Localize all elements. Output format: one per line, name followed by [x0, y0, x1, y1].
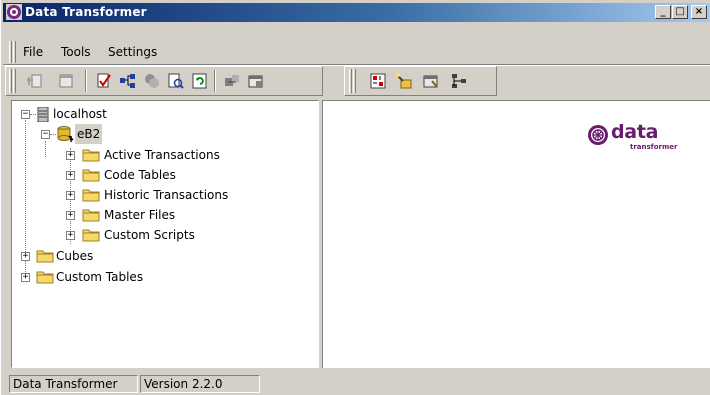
expand-toggle[interactable]: +	[66, 151, 75, 160]
tree-node-active-transactions[interactable]: + Active Transactions	[12, 145, 312, 165]
status-app-name: Data Transformer	[9, 375, 138, 393]
folder-icon	[82, 169, 100, 182]
tree-label-database: eB2	[75, 124, 103, 144]
preview-icon[interactable]	[167, 72, 185, 90]
folder-icon	[36, 250, 54, 263]
expand-toggle[interactable]: +	[66, 171, 75, 180]
tree-pane[interactable]: − localhost − eB2 + Active Transactions …	[11, 100, 319, 368]
app-window: Data Transformer _ □ × File Tools Settin…	[0, 0, 710, 395]
folder-icon	[82, 189, 100, 202]
close-button[interactable]: ×	[691, 5, 707, 19]
configure-icon[interactable]	[422, 72, 440, 90]
logo-word: data	[611, 121, 659, 143]
tree-label: Custom Tables	[56, 270, 144, 284]
window-title: Data Transformer	[25, 5, 147, 19]
folder-icon	[36, 271, 54, 284]
status-version: Version 2.2.0	[140, 375, 260, 393]
toolbar-right-grip[interactable]	[349, 69, 352, 93]
tree-label-server: localhost	[53, 107, 107, 121]
tree-node-master-files[interactable]: + Master Files	[12, 205, 312, 225]
tree-node-historic-transactions[interactable]: + Historic Transactions	[12, 185, 312, 205]
toolbar-right	[344, 66, 497, 96]
properties-icon[interactable]	[247, 72, 265, 90]
wizard-icon[interactable]	[395, 72, 413, 90]
network-icon[interactable]	[450, 72, 468, 90]
gear-logo-icon	[588, 125, 608, 145]
tree-structure-icon[interactable]	[119, 72, 137, 90]
tree-label: Master Files	[104, 208, 176, 222]
new-document-icon[interactable]	[26, 72, 44, 90]
toolbar-left-grip[interactable]	[9, 69, 12, 93]
folder-icon	[82, 209, 100, 222]
toolbar-separator	[85, 70, 87, 92]
toolbar-separator-2	[214, 70, 216, 92]
tree-label: Custom Scripts	[104, 228, 195, 242]
app-logo-icon	[6, 4, 22, 20]
database-link-icon[interactable]	[143, 72, 161, 90]
export-icon[interactable]	[223, 72, 241, 90]
toolbar-left-grip-2	[13, 69, 16, 93]
tree-label: Historic Transactions	[104, 188, 229, 202]
validate-check-icon[interactable]	[95, 72, 113, 90]
toolbar-right-grip-2	[353, 69, 356, 93]
minimize-button[interactable]: _	[655, 5, 671, 19]
tree-node-code-tables[interactable]: + Code Tables	[12, 165, 312, 185]
tree-node-server[interactable]: − localhost	[12, 104, 312, 124]
logo-subtitle: transformer	[630, 143, 678, 151]
expand-toggle[interactable]: +	[21, 273, 30, 282]
collapse-toggle[interactable]: −	[41, 130, 50, 139]
toolbar-left	[5, 66, 323, 96]
tree-label: Cubes	[56, 249, 94, 263]
collapse-toggle[interactable]: −	[21, 110, 30, 119]
tree-node-cubes[interactable]: + Cubes	[12, 246, 312, 266]
expand-toggle[interactable]: +	[66, 191, 75, 200]
tree-node-database[interactable]: − eB2	[12, 124, 312, 144]
menu-settings[interactable]: Settings	[108, 45, 157, 59]
menubar-grip-2	[13, 41, 16, 63]
maximize-button[interactable]: □	[672, 5, 688, 19]
expand-toggle[interactable]: +	[66, 211, 75, 220]
folder-icon	[82, 149, 100, 162]
database-icon	[57, 126, 74, 142]
folder-icon	[82, 229, 100, 242]
expand-toggle[interactable]: +	[66, 231, 75, 240]
ruler-icon[interactable]	[369, 72, 387, 90]
title-bar[interactable]: Data Transformer _ □ ×	[3, 3, 710, 22]
tree-label: Code Tables	[104, 168, 176, 182]
server-icon	[37, 107, 49, 122]
expand-toggle[interactable]: +	[21, 252, 30, 261]
menu-file[interactable]: File	[23, 45, 43, 59]
tree-node-custom-scripts[interactable]: + Custom Scripts	[12, 225, 312, 245]
menu-tools[interactable]: Tools	[61, 45, 91, 59]
data-transformer-logo: data transformer	[586, 121, 686, 161]
refresh-icon[interactable]	[191, 72, 209, 90]
tree-node-custom-tables[interactable]: + Custom Tables	[12, 267, 312, 287]
open-document-icon[interactable]	[57, 72, 75, 90]
menubar-grip[interactable]	[9, 41, 12, 63]
tree-label: Active Transactions	[104, 148, 220, 162]
